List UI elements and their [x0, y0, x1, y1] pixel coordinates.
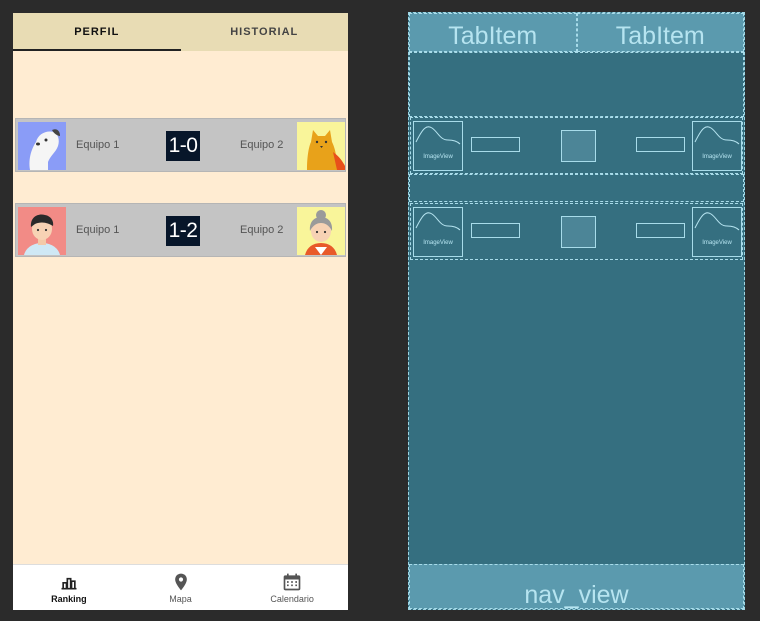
- home-team-label: Equipo 1: [76, 139, 120, 151]
- blueprint-spacer[interactable]: [409, 52, 744, 117]
- blueprint-tab-layout[interactable]: TabItem TabItem: [409, 13, 744, 52]
- image-placeholder-icon: [415, 126, 461, 145]
- score-label: 1-0: [166, 131, 200, 161]
- blueprint-view: TabItem TabItem ImageView ImageView Imag…: [408, 12, 745, 610]
- dog-avatar: [18, 122, 66, 170]
- blueprint-match-row[interactable]: ImageView ImageView: [410, 117, 743, 174]
- blueprint-image-view[interactable]: ImageView: [413, 207, 463, 257]
- bottom-navigation: Ranking Mapa Calendario: [13, 564, 348, 610]
- blueprint-image-view[interactable]: ImageView: [692, 121, 742, 171]
- score-label: 1-2: [166, 216, 200, 246]
- match-row[interactable]: Equipo 1 1-2 Equipo 2: [15, 203, 346, 257]
- blueprint-image-view[interactable]: ImageView: [692, 207, 742, 257]
- nav-label: Mapa: [169, 593, 192, 604]
- image-placeholder-icon: [694, 212, 740, 231]
- blueprint-nav-view[interactable]: nav_view: [409, 564, 744, 609]
- nav-item-calendario[interactable]: Calendario: [236, 565, 348, 610]
- nav-label: Ranking: [51, 593, 87, 604]
- blueprint-tab-item[interactable]: TabItem: [409, 13, 577, 52]
- blueprint-text-view[interactable]: [471, 223, 520, 238]
- calendar-icon: [283, 573, 301, 590]
- blueprint-image-view[interactable]: ImageView: [413, 121, 463, 171]
- blueprint-text-view[interactable]: [471, 137, 520, 152]
- nav-item-ranking[interactable]: Ranking: [13, 565, 125, 610]
- nav-label: Calendario: [270, 593, 314, 604]
- tab-layout: PERFIL HISTORIAL: [13, 13, 348, 51]
- image-view-label: ImageView: [423, 154, 453, 160]
- tab-historial[interactable]: HISTORIAL: [181, 13, 349, 51]
- image-view-label: ImageView: [702, 240, 732, 246]
- image-view-label: ImageView: [423, 240, 453, 246]
- boy-avatar: [18, 207, 66, 255]
- blueprint-text-view[interactable]: [636, 223, 685, 238]
- blueprint-spacer[interactable]: [409, 174, 744, 202]
- grandma-avatar: [297, 207, 345, 255]
- match-row[interactable]: Equipo 1 1-0 Equipo 2: [15, 118, 346, 172]
- away-team-label: Equipo 2: [240, 139, 284, 151]
- blueprint-text-view[interactable]: [636, 137, 685, 152]
- blueprint-score-view[interactable]: [561, 216, 596, 248]
- image-placeholder-icon: [694, 126, 740, 145]
- image-view-label: ImageView: [702, 154, 732, 160]
- blueprint-tab-item[interactable]: TabItem: [576, 13, 744, 52]
- nav-view-label: nav_view: [524, 581, 629, 609]
- home-team-label: Equipo 1: [76, 224, 120, 236]
- design-preview: PERFIL HISTORIAL Equipo 1 1-0 Equipo 2 E…: [13, 13, 348, 610]
- map-pin-icon: [174, 573, 187, 590]
- away-team-label: Equipo 2: [240, 224, 284, 236]
- image-placeholder-icon: [415, 212, 461, 231]
- blueprint-score-view[interactable]: [561, 130, 596, 162]
- tab-perfil[interactable]: PERFIL: [13, 13, 181, 51]
- nav-item-mapa[interactable]: Mapa: [125, 565, 237, 610]
- cat-avatar: [297, 122, 345, 170]
- bar-chart-icon: [61, 577, 77, 589]
- blueprint-match-row[interactable]: ImageView ImageView: [410, 203, 743, 260]
